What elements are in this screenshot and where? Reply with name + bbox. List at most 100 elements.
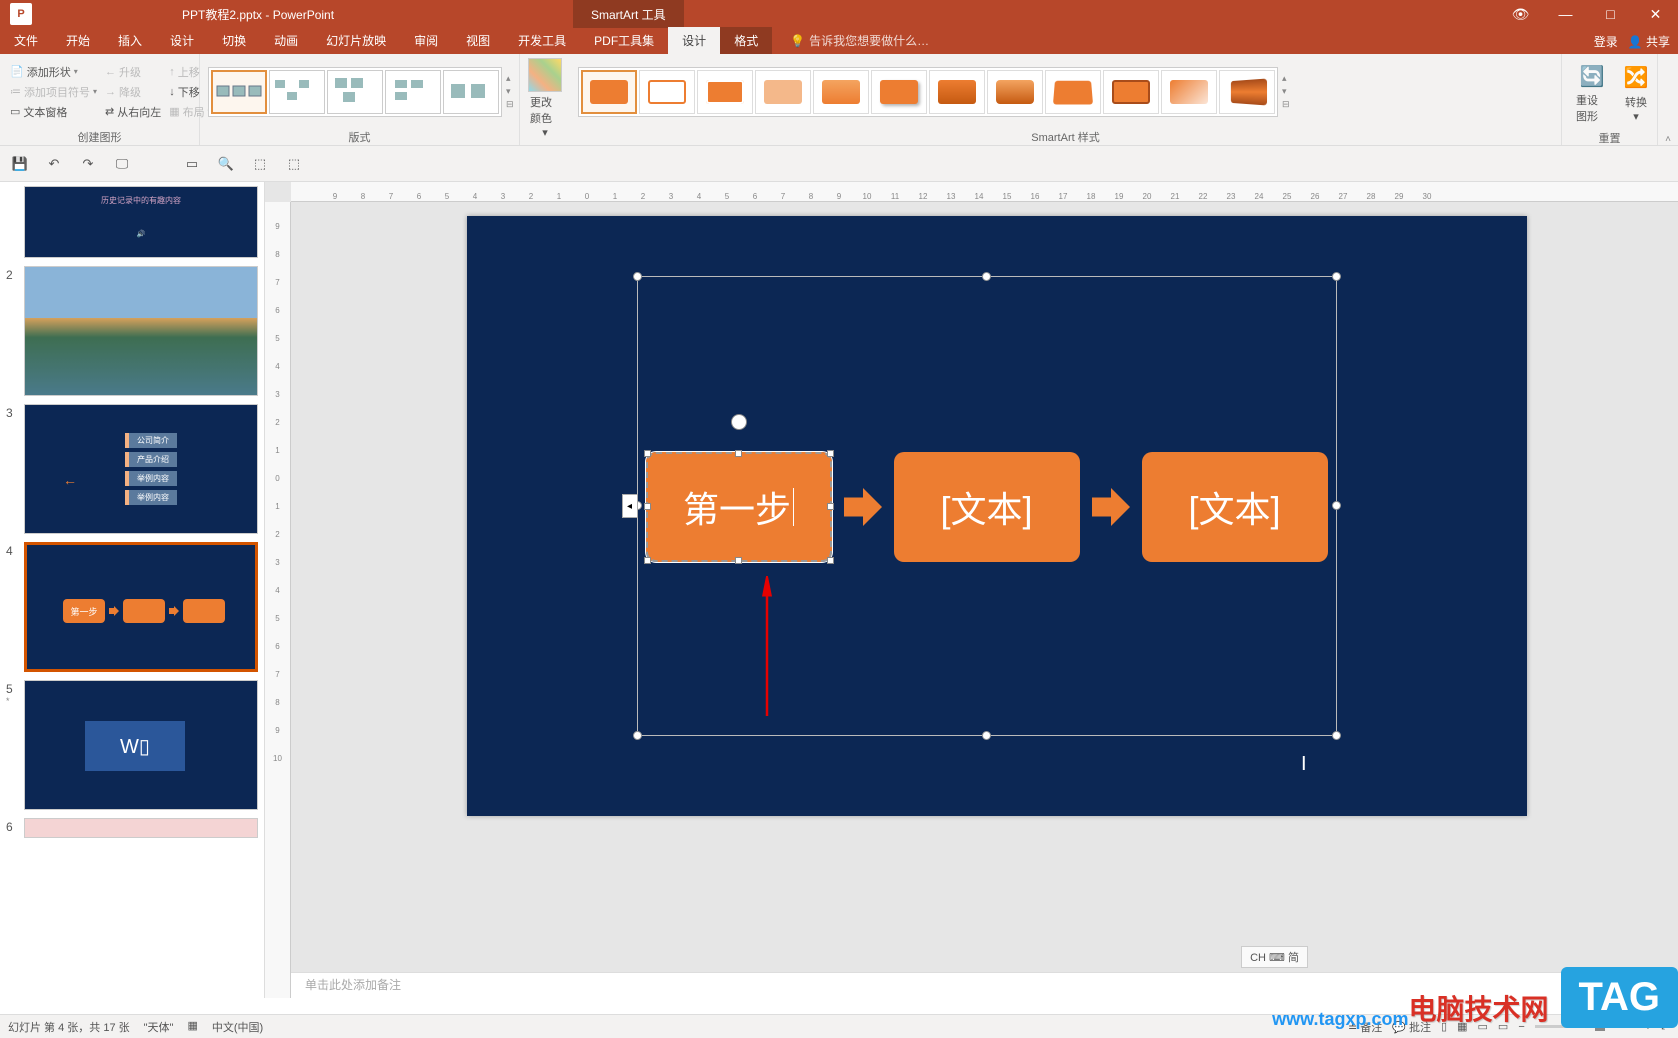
slide-item-5[interactable]: 5* W▯	[0, 680, 264, 810]
handle-bl[interactable]	[633, 731, 642, 740]
layout-thumb-2[interactable]	[269, 70, 325, 114]
group-label-styles: SmartArt 样式	[570, 129, 1561, 145]
handle-tr[interactable]	[1332, 272, 1341, 281]
slide-item-4[interactable]: 4 第一步	[0, 542, 264, 672]
tab-transitions[interactable]: 切换	[208, 27, 260, 54]
slide-item-6[interactable]: 6	[0, 818, 264, 838]
slideshow-start-button[interactable]: 🖵	[112, 154, 132, 174]
style-thumb-1[interactable]	[581, 70, 637, 114]
handle-bm[interactable]	[982, 731, 991, 740]
box-handle[interactable]	[644, 557, 651, 564]
convert-button[interactable]: 🔀 转换 ▾	[1614, 58, 1658, 127]
tab-design[interactable]: 设计	[156, 27, 208, 54]
watermark-url: www.tagxp.com	[1272, 1009, 1408, 1030]
tab-pdf[interactable]: PDF工具集	[580, 27, 668, 54]
handle-tm[interactable]	[982, 272, 991, 281]
share-button[interactable]: 👤 共享	[1628, 33, 1670, 50]
box-handle[interactable]	[827, 450, 834, 457]
box-handle[interactable]	[644, 450, 651, 457]
style-thumb-3[interactable]	[697, 70, 753, 114]
slide-editor[interactable]: ◂ ⟳ 第一步	[315, 212, 1678, 958]
tab-review[interactable]: 审阅	[400, 27, 452, 54]
tab-developer[interactable]: 开发工具	[504, 27, 580, 54]
tab-smartart-format[interactable]: 格式	[720, 27, 772, 54]
rtl-button[interactable]: ⇄ 从右向左	[103, 103, 163, 121]
tool-button-2[interactable]: ⬚	[284, 154, 304, 174]
gallery-up-icon[interactable]: ▴	[506, 73, 514, 84]
slide-item-2[interactable]: 2	[0, 266, 264, 396]
styles-more-icon[interactable]: ⊟	[1282, 99, 1290, 110]
smartart-box-3[interactable]: [文本]	[1142, 452, 1328, 562]
gallery-more-icon[interactable]: ⊟	[506, 99, 514, 110]
style-thumb-11[interactable]	[1161, 70, 1217, 114]
style-thumb-4[interactable]	[755, 70, 811, 114]
add-shape-button[interactable]: 📄 添加形状 ▾	[8, 63, 99, 81]
style-thumb-2[interactable]	[639, 70, 695, 114]
tab-slideshow[interactable]: 幻灯片放映	[312, 27, 400, 54]
layouts-gallery[interactable]	[208, 67, 502, 117]
box-handle[interactable]	[644, 503, 651, 510]
tab-animations[interactable]: 动画	[260, 27, 312, 54]
layout-thumb-3[interactable]	[327, 70, 383, 114]
text-pane-button[interactable]: ▭ 文本窗格	[8, 103, 99, 121]
layout-thumb-4[interactable]	[385, 70, 441, 114]
text-pane-toggle[interactable]: ◂	[622, 494, 638, 518]
undo-button[interactable]: ↶	[44, 154, 64, 174]
gallery-down-icon[interactable]: ▾	[506, 86, 514, 97]
box-handle[interactable]	[735, 557, 742, 564]
slide-item-1[interactable]: 历史记录中的有趣内容 🔊	[0, 186, 264, 258]
smartart-box-2[interactable]: [文本]	[894, 452, 1080, 562]
style-thumb-12[interactable]	[1219, 70, 1275, 114]
handle-tl[interactable]	[633, 272, 642, 281]
rotate-handle[interactable]: ⟳	[731, 414, 747, 430]
layout-thumb-5[interactable]	[443, 70, 499, 114]
tab-insert[interactable]: 插入	[104, 27, 156, 54]
status-language[interactable]: 中文(中国)	[212, 1019, 263, 1035]
box-handle[interactable]	[827, 503, 834, 510]
smartart-frame[interactable]: ◂ ⟳ 第一步	[637, 276, 1337, 736]
close-button[interactable]: ✕	[1633, 0, 1678, 28]
status-accessibility-icon[interactable]: ▦	[187, 1019, 197, 1035]
layout-thumb-1[interactable]	[211, 70, 267, 114]
style-thumb-5[interactable]	[813, 70, 869, 114]
change-colors-button[interactable]: 更改颜色 ▾	[520, 54, 570, 143]
tell-me-search[interactable]: 💡 告诉我您想要做什么…	[782, 27, 937, 54]
ribbon-display-icon[interactable]: 👁	[1498, 0, 1543, 28]
styles-up-icon[interactable]: ▴	[1282, 73, 1290, 84]
editor-container: 9876543210123456789101112131415161718192…	[265, 182, 1678, 998]
box-handle[interactable]	[827, 557, 834, 564]
handle-br[interactable]	[1332, 731, 1341, 740]
maximize-button[interactable]: □	[1588, 0, 1633, 28]
slide-item-3[interactable]: 3 公司简介 产品介绍 举例内容 举例内容 ←	[0, 404, 264, 534]
styles-gallery[interactable]	[578, 67, 1278, 117]
tab-file[interactable]: 文件	[0, 27, 52, 54]
annotation-arrow	[757, 576, 777, 716]
redo-button[interactable]: ↷	[78, 154, 98, 174]
section-button[interactable]: ▭	[182, 154, 202, 174]
reset-graphic-button[interactable]: 🔄 重设图形	[1570, 56, 1614, 128]
tab-smartart-design[interactable]: 设计	[668, 27, 720, 54]
style-thumb-10[interactable]	[1103, 70, 1159, 114]
slide-canvas[interactable]: ◂ ⟳ 第一步	[467, 216, 1527, 816]
tab-view[interactable]: 视图	[452, 27, 504, 54]
smartart-box-1[interactable]: ⟳ 第一步	[646, 452, 832, 562]
watermark: 电脑技术网 www.tagxp.com TAG	[1409, 967, 1678, 1028]
login-link[interactable]: 登录	[1594, 33, 1618, 50]
save-button[interactable]: 💾	[10, 154, 30, 174]
style-thumb-9[interactable]	[1045, 70, 1101, 114]
style-thumb-6[interactable]	[871, 70, 927, 114]
styles-down-icon[interactable]: ▾	[1282, 86, 1290, 97]
text-cursor-indicator: I	[1301, 753, 1307, 776]
tool-button-1[interactable]: ⬚	[250, 154, 270, 174]
style-thumb-7[interactable]	[929, 70, 985, 114]
horizontal-ruler: 9876543210123456789101112131415161718192…	[291, 182, 1678, 202]
collapse-ribbon-icon[interactable]: ˄	[1658, 54, 1678, 145]
box-handle[interactable]	[735, 450, 742, 457]
minimize-button[interactable]: —	[1543, 0, 1588, 28]
style-thumb-8[interactable]	[987, 70, 1043, 114]
zoom-button[interactable]: 🔍	[216, 154, 236, 174]
slide-panel[interactable]: 历史记录中的有趣内容 🔊 2 3 公司简介 产品介绍 举例内容 举例内容 ← 4	[0, 182, 265, 998]
tab-home[interactable]: 开始	[52, 27, 104, 54]
smartart-box-1-text[interactable]: 第一步	[683, 481, 791, 533]
promote-button: ← 升级	[103, 63, 163, 81]
